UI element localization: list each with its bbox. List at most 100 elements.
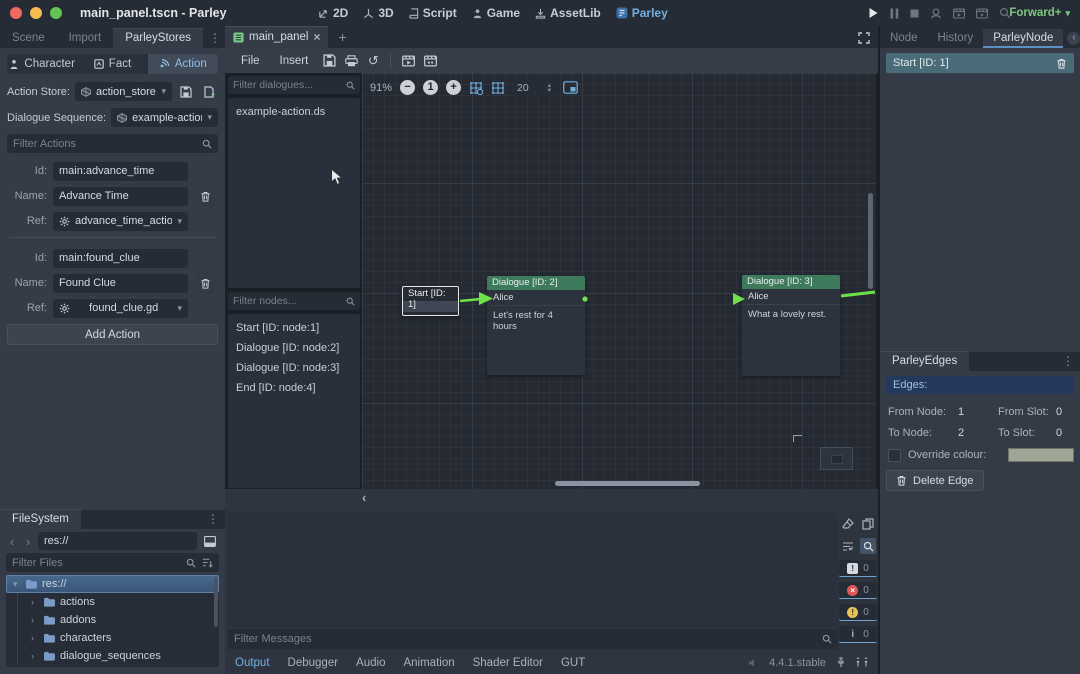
new-store-button[interactable] <box>200 83 218 101</box>
filter-dialogues-input[interactable] <box>233 79 346 91</box>
delete-edge-button[interactable]: Delete Edge <box>886 470 984 491</box>
stop-button[interactable] <box>910 9 919 18</box>
tab-history[interactable]: History <box>928 29 984 48</box>
edge-dialogue3-to-offscreen[interactable] <box>841 292 875 296</box>
tab-node[interactable]: Node <box>880 29 928 48</box>
graph-minimap[interactable] <box>820 447 853 470</box>
alerts-counter[interactable]: ! 0 <box>839 560 877 577</box>
action-ref-dropdown[interactable]: found_clue.gd ▾ <box>53 299 188 318</box>
tab-action[interactable]: Action <box>148 54 218 74</box>
node-list-item[interactable]: Start [ID: node:1] <box>228 318 360 338</box>
tab-scene[interactable]: Scene <box>0 29 57 48</box>
collapse-sidebar-icon[interactable]: ‹ <box>362 490 366 505</box>
graph-node-start[interactable]: Start [ID: 1] <box>402 286 459 316</box>
tab-gut[interactable]: GUT <box>561 657 585 669</box>
graph-horizontal-scrollbar[interactable] <box>555 481 700 486</box>
delete-node-button[interactable] <box>1056 58 1067 69</box>
dialogue-list-item[interactable]: example-action.ds <box>228 102 360 122</box>
tab-import[interactable]: Import <box>57 29 114 48</box>
toggle-split-mode-button[interactable] <box>201 532 219 550</box>
warnings-counter[interactable]: ! 0 <box>839 604 877 621</box>
movie-maker-icon[interactable] <box>976 8 988 19</box>
dialogue-sequence-dropdown[interactable]: example-action.ds ▾ <box>111 108 218 127</box>
nav-forward-icon[interactable]: › <box>22 534 34 549</box>
filter-actions-input[interactable] <box>13 138 202 150</box>
play-button[interactable] <box>868 7 879 19</box>
override-colour-checkbox[interactable] <box>888 449 901 462</box>
tree-item-actions[interactable]: › actions <box>6 593 219 611</box>
snap-distance-stepper[interactable]: 20 ▴ ▾ <box>513 79 555 96</box>
action-name-input[interactable] <box>53 187 188 206</box>
zoom-reset-button[interactable]: 1 <box>423 80 438 95</box>
info-counter[interactable]: i 0 <box>839 626 877 643</box>
save-store-button[interactable] <box>177 83 195 101</box>
tab-parleystores[interactable]: ParleyStores <box>113 28 203 48</box>
save-dialogue-button[interactable] <box>320 52 338 70</box>
menu-file[interactable]: File <box>233 53 268 69</box>
movie-run-scene-icon[interactable] <box>953 8 965 19</box>
tab-output[interactable]: Output <box>235 657 270 669</box>
maximize-window-button[interactable] <box>50 7 62 19</box>
audio-mute-icon[interactable] <box>748 658 759 668</box>
copy-output-button[interactable] <box>860 516 876 532</box>
tree-collapsed-icon[interactable]: › <box>31 651 39 661</box>
colour-picker-swatch[interactable] <box>1008 448 1074 462</box>
refresh-button[interactable]: ↺ <box>364 52 382 70</box>
tab-audio[interactable]: Audio <box>356 657 385 669</box>
minimize-window-button[interactable] <box>30 7 42 19</box>
tab-character[interactable]: Character <box>7 54 77 74</box>
snap-toggle-icon[interactable] <box>469 81 483 95</box>
tree-expanded-icon[interactable]: ▾ <box>13 579 21 590</box>
menu-insert[interactable]: Insert <box>272 53 317 69</box>
selected-node-header[interactable]: Start [ID: 1] <box>886 53 1074 73</box>
delete-action-button[interactable] <box>194 272 216 294</box>
zoom-in-button[interactable]: + <box>446 80 461 95</box>
action-store-dropdown[interactable]: action_store.tre ▾ <box>75 82 172 101</box>
output-log[interactable] <box>228 513 838 627</box>
tree-collapsed-icon[interactable]: › <box>31 633 39 643</box>
filter-nodes-input[interactable] <box>233 295 346 307</box>
grid-toggle-icon[interactable] <box>491 81 505 95</box>
pin-panel-icon[interactable] <box>836 657 846 668</box>
node-list-item[interactable]: Dialogue [ID: node:3] <box>228 358 360 378</box>
pause-button[interactable] <box>890 8 899 19</box>
tab-fact[interactable]: Fact <box>77 54 147 74</box>
tree-item-addons[interactable]: › addons <box>6 611 219 629</box>
tab-parleyedges[interactable]: ParleyEdges <box>880 351 969 371</box>
graph-node-dialogue-3[interactable]: Dialogue [ID: 3] Alice What a lovely res… <box>742 275 840 376</box>
close-window-button[interactable] <box>10 7 22 19</box>
sort-icon[interactable] <box>202 557 213 568</box>
tab-debugger[interactable]: Debugger <box>288 657 339 669</box>
dots-menu-icon[interactable]: ⋮ <box>201 512 225 529</box>
remote-debug-icon[interactable] <box>930 8 942 19</box>
test-dialogue-from-start-button[interactable] <box>421 52 439 70</box>
edge-start-to-dialogue2[interactable] <box>460 299 481 301</box>
path-field[interactable] <box>38 532 197 550</box>
graph-vertical-scrollbar[interactable] <box>868 193 873 289</box>
scene-tab-main-panel[interactable]: main_panel × <box>225 26 328 48</box>
expand-panel-icon[interactable] <box>856 657 868 668</box>
wrap-lines-button[interactable] <box>840 538 856 554</box>
spinner-down-icon[interactable]: ▾ <box>548 88 551 93</box>
tab-script[interactable]: Script <box>409 6 457 20</box>
nav-back-icon[interactable]: ‹ <box>6 534 18 549</box>
tree-item-dialogue-sequences[interactable]: › dialogue_sequences <box>6 647 219 665</box>
add-action-button[interactable]: Add Action <box>7 324 218 345</box>
tab-assetlib[interactable]: AssetLib <box>535 6 601 20</box>
delete-action-button[interactable] <box>194 185 216 207</box>
tab-animation[interactable]: Animation <box>403 657 454 669</box>
filter-files-input[interactable] <box>12 557 186 569</box>
minimap-toggle-icon[interactable] <box>563 81 578 94</box>
tree-collapsed-icon[interactable]: › <box>31 597 39 607</box>
dialogue-graph-canvas[interactable]: 91% − 1 + 20 ▴ ▾ Start [ID: 1] Dialogue … <box>362 73 876 489</box>
search-output-button[interactable] <box>860 538 876 554</box>
tab-shader-editor[interactable]: Shader Editor <box>473 657 543 669</box>
tab-3d[interactable]: 3D <box>363 6 393 20</box>
tree-item-characters[interactable]: › characters <box>6 629 219 647</box>
node-list-item[interactable]: Dialogue [ID: node:2] <box>228 338 360 358</box>
tab-filesystem[interactable]: FileSystem <box>0 509 81 529</box>
action-ref-dropdown[interactable]: advance_time_action.gd ▾ <box>53 212 188 231</box>
history-back-icon[interactable]: ‹ <box>1067 32 1080 45</box>
tab-2d[interactable]: 2D <box>318 6 348 20</box>
tree-item-res[interactable]: ▾ res:// <box>6 575 219 593</box>
